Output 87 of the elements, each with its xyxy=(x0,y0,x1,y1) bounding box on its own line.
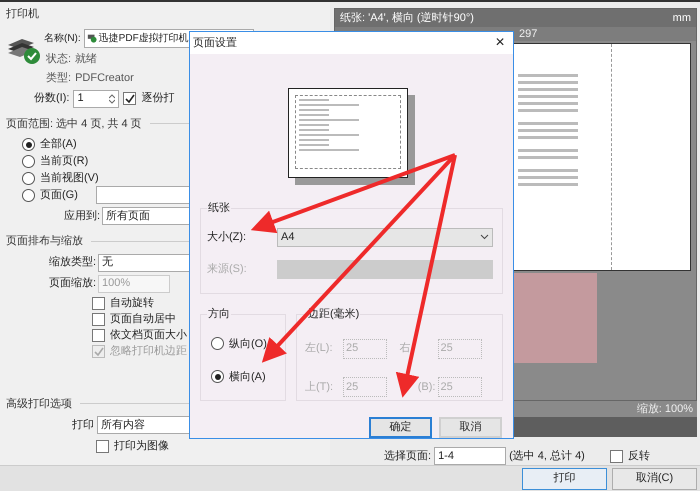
radio-button[interactable] xyxy=(22,155,35,168)
dialog-button[interactable]: 取消(C) xyxy=(612,468,697,490)
checkbox-label: 忽略打印机边距 xyxy=(110,344,187,360)
field-label: 应用到: xyxy=(64,208,100,224)
radio-button[interactable] xyxy=(211,370,224,384)
text-line xyxy=(299,138,329,141)
field-label: (B): xyxy=(416,380,436,395)
text-line xyxy=(518,129,578,132)
text-line xyxy=(299,134,359,136)
close-button[interactable]: × xyxy=(490,32,510,53)
radio-label: 纵向(O) xyxy=(229,336,267,352)
text-line xyxy=(518,95,578,98)
text-line xyxy=(518,109,578,112)
text-line xyxy=(518,169,578,172)
field-label: 选择页面: xyxy=(384,448,432,464)
field-label: 左(L): xyxy=(305,341,334,356)
radio-label: 页面(G) xyxy=(40,188,78,204)
pages-count: (选中 4, 总计 4) xyxy=(509,448,585,464)
radio-button[interactable] xyxy=(22,138,35,151)
field-label: 名称(N): xyxy=(44,32,81,46)
copies-spinner[interactable]: 1 xyxy=(73,90,120,108)
text-line xyxy=(518,122,578,125)
field-label: 页面缩放: xyxy=(48,276,96,292)
zoom-label: 缩放: 100% xyxy=(636,402,693,417)
paper-source-select[interactable] xyxy=(277,260,493,279)
field-label: 大小(Z): xyxy=(207,230,248,245)
unit-label: mm xyxy=(672,10,691,26)
text-line xyxy=(518,81,578,84)
text-line xyxy=(299,128,329,131)
spin-arrows-icon xyxy=(109,94,116,104)
dialog-button[interactable]: 确定 xyxy=(369,417,432,438)
text-line xyxy=(299,108,329,111)
checkbox[interactable] xyxy=(92,297,105,310)
checkbox[interactable] xyxy=(610,450,623,462)
field-label: 类型: xyxy=(46,71,72,86)
radio-label: 当前页(R) xyxy=(40,154,88,170)
checkbox-label: 打印为图像 xyxy=(114,438,169,454)
dialog-button[interactable]: 取消 xyxy=(439,417,502,438)
checkbox[interactable] xyxy=(96,440,109,452)
radio-label: 当前视图(V) xyxy=(40,171,99,186)
checkbox-label: 逐份打 xyxy=(141,91,174,106)
type-value: PDFCreator xyxy=(75,71,134,86)
text-line xyxy=(299,98,329,101)
radio-button[interactable] xyxy=(211,337,224,350)
field-label: 上(T): xyxy=(305,380,334,395)
checkbox-label: 自动旋转 xyxy=(110,296,154,312)
text-line xyxy=(299,118,359,121)
text-line xyxy=(518,156,578,159)
text-line xyxy=(299,144,329,146)
printer-status-icon xyxy=(86,33,97,43)
radio-label: 横向(A) xyxy=(229,370,266,385)
radio-label: 全部(A) xyxy=(40,136,77,152)
field-label: 份数(I): xyxy=(34,91,70,106)
text-line xyxy=(518,136,578,139)
section-title: 页面范围: 选中 4 页, 共 4 页 xyxy=(6,116,142,132)
field-label: 状态: xyxy=(46,52,72,66)
checkbox-label: 反转 xyxy=(628,448,650,464)
field-label: 缩放类型: xyxy=(48,254,96,270)
field-label: 右 xyxy=(400,341,412,356)
paper-info: 纸张: 'A4', 横向 (逆时针90°) xyxy=(340,10,474,26)
text-line xyxy=(518,74,578,77)
checkbox[interactable] xyxy=(92,329,105,342)
chevron-down-icon xyxy=(480,234,489,240)
text-line xyxy=(518,88,578,91)
checkbox[interactable] xyxy=(92,313,105,326)
checkbox-label: 页面自动居中 xyxy=(110,312,176,328)
text-line xyxy=(518,183,578,186)
section-title: 打印机 xyxy=(6,7,40,22)
ruler-label: 297 xyxy=(519,26,538,42)
text-line xyxy=(299,124,329,126)
status-value: 就绪 xyxy=(75,52,98,66)
field-label: 打印 xyxy=(72,418,94,433)
radio-button[interactable] xyxy=(22,172,35,185)
section-title: 页面排布与缩放 xyxy=(6,234,83,249)
section-title: 高级打印选项 xyxy=(6,396,72,412)
text-line xyxy=(518,149,578,152)
radio-button[interactable] xyxy=(22,189,35,202)
text-line xyxy=(518,176,578,179)
checkbox-label: 依文档页面大小 xyxy=(110,328,187,344)
pages-input[interactable]: 1-4 xyxy=(434,447,506,465)
text-line xyxy=(518,102,578,105)
paper-size-select[interactable]: A4 xyxy=(277,228,493,247)
dialog-button[interactable]: 打印 xyxy=(522,468,607,490)
text-line xyxy=(299,114,329,116)
text-line xyxy=(299,148,359,151)
checkbox[interactable] xyxy=(123,92,136,105)
text-line xyxy=(299,104,359,106)
